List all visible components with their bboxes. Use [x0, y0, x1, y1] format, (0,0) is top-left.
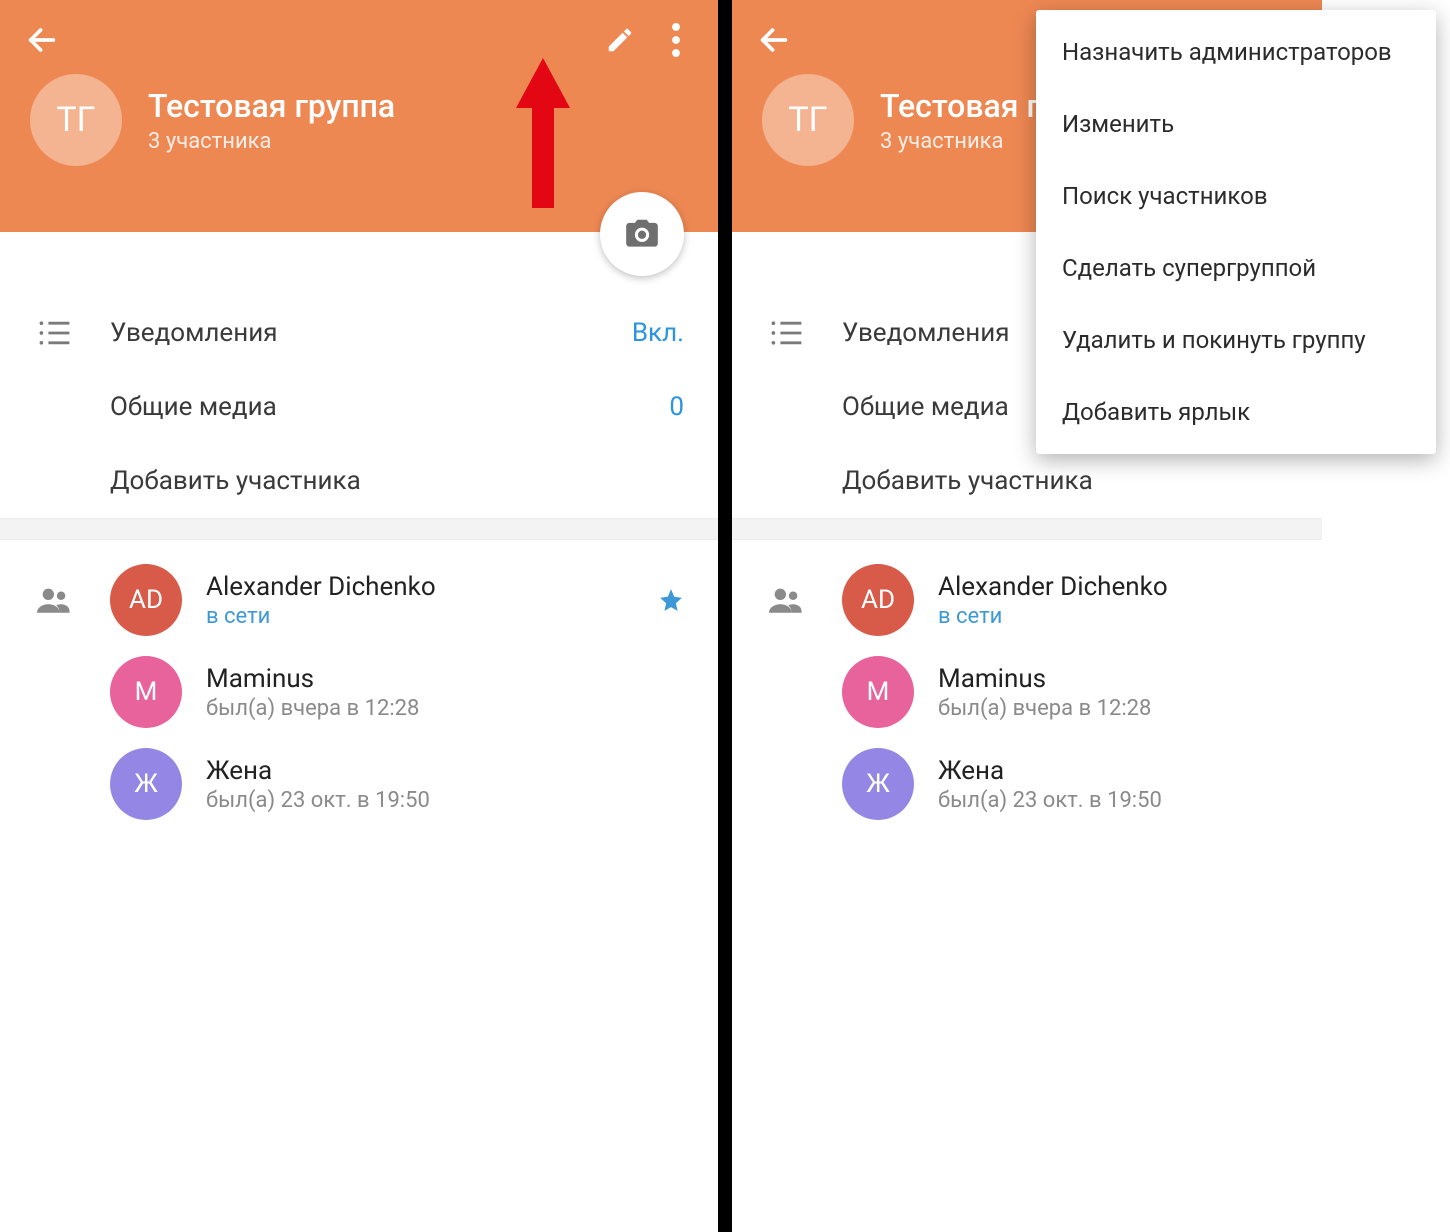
media-label: Общие медиа [842, 392, 1009, 422]
star-icon [658, 587, 684, 613]
member-avatar: Ж [110, 748, 182, 820]
back-button[interactable] [746, 12, 802, 68]
group-avatar[interactable]: ТГ [762, 74, 854, 166]
group-subtitle: 3 участника [148, 129, 395, 154]
header: ТГ Тестовая группа 3 участника [0, 0, 718, 232]
people-icon [22, 587, 86, 613]
media-label: Общие медиа [110, 392, 277, 422]
menu-item-delete-leave[interactable]: Удалить и покинуть группу [1036, 304, 1436, 376]
menu-item-search-members[interactable]: Поиск участников [1036, 160, 1436, 232]
more-button[interactable] [648, 12, 704, 68]
edit-button[interactable] [592, 12, 648, 68]
add-member-label: Добавить участника [110, 466, 361, 496]
people-icon [754, 587, 818, 613]
screen-left: ТГ Тестовая группа 3 участника [0, 0, 718, 1232]
menu-item-edit[interactable]: Изменить [1036, 88, 1436, 160]
overflow-menu: Назначить администраторов Изменить Поиск… [1036, 10, 1436, 454]
member-row[interactable]: Ж Жена был(а) 23 окт. в 19:50 [0, 738, 718, 830]
notifications-value: Вкл. [632, 318, 684, 348]
row-add-member[interactable]: Добавить участника [0, 444, 718, 518]
member-avatar: AD [110, 564, 182, 636]
add-member-label: Добавить участника [842, 466, 1093, 496]
member-status: в сети [206, 604, 634, 629]
list-icon [22, 319, 86, 347]
notifications-label: Уведомления [110, 318, 278, 348]
member-name: Жена [206, 756, 684, 786]
member-avatar: AD [842, 564, 914, 636]
member-status: был(а) вчера в 12:28 [206, 696, 684, 721]
member-row[interactable]: AD Alexander Dichenko в сети [0, 554, 718, 646]
member-name: Maminus [206, 664, 684, 694]
list-icon [754, 319, 818, 347]
menu-item-add-shortcut[interactable]: Добавить ярлык [1036, 376, 1436, 448]
back-button[interactable] [14, 12, 70, 68]
member-status: был(а) 23 окт. в 19:50 [206, 788, 684, 813]
media-value: 0 [669, 392, 684, 422]
notifications-label: Уведомления [842, 318, 1010, 348]
member-name: Alexander Dichenko [938, 572, 1366, 602]
member-avatar: Ж [842, 748, 914, 820]
member-avatar: M [842, 656, 914, 728]
row-notifications[interactable]: Уведомления Вкл. [0, 296, 718, 370]
member-name: Alexander Dichenko [206, 572, 634, 602]
camera-fab[interactable] [600, 192, 684, 276]
section-separator [0, 518, 718, 540]
group-title: Тестовая группа [148, 87, 395, 125]
menu-item-assign-admins[interactable]: Назначить администраторов [1036, 16, 1436, 88]
screenshot-divider [718, 0, 732, 1232]
row-shared-media[interactable]: Общие медиа 0 [0, 370, 718, 444]
group-avatar[interactable]: ТГ [30, 74, 122, 166]
menu-item-make-supergroup[interactable]: Сделать супергруппой [1036, 232, 1436, 304]
member-row[interactable]: M Maminus был(а) вчера в 12:28 [0, 646, 718, 738]
member-status: в сети [938, 604, 1366, 629]
member-avatar: M [110, 656, 182, 728]
